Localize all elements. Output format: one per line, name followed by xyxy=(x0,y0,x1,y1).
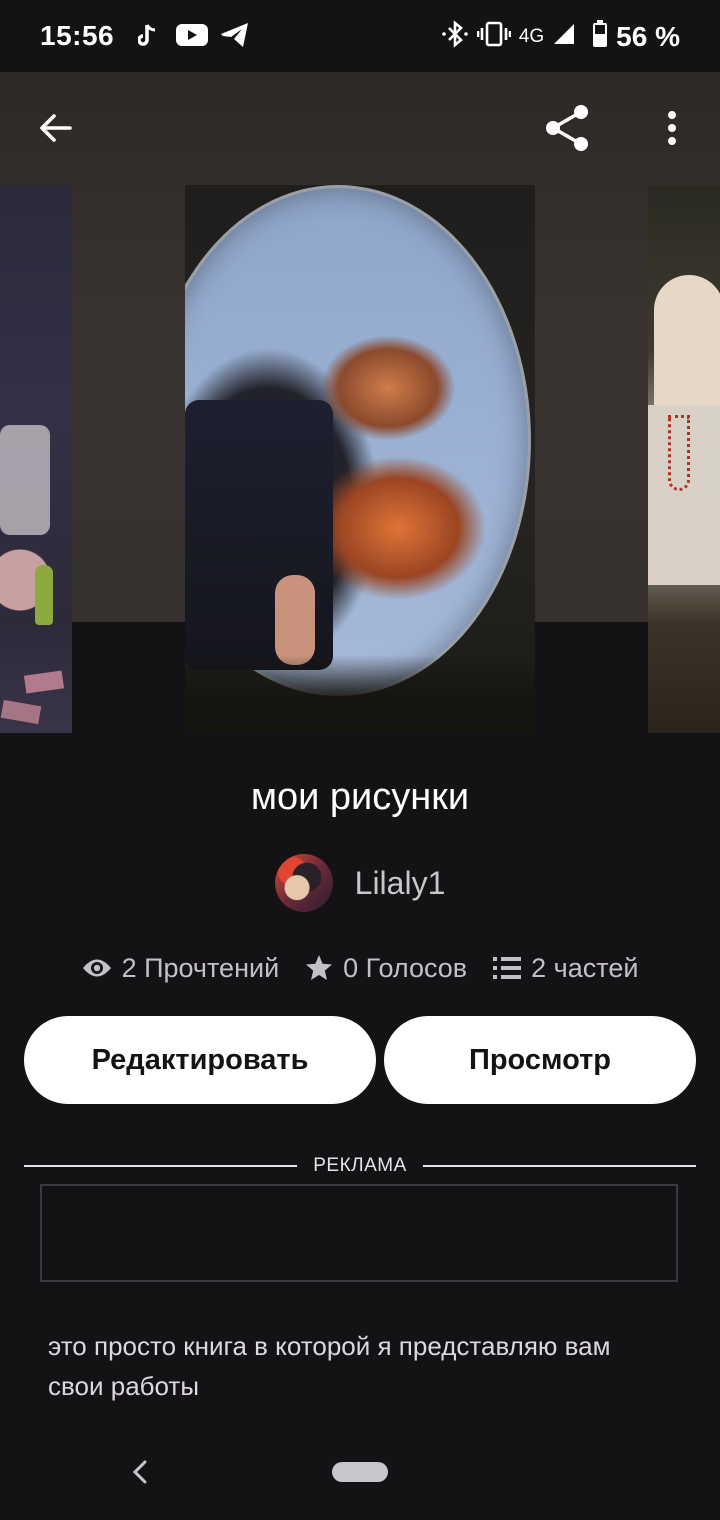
votes-stat: 0 Голосов xyxy=(305,953,467,984)
divider-line xyxy=(422,1165,696,1167)
tiktok-icon xyxy=(137,22,156,55)
eye-icon xyxy=(82,959,111,977)
home-gesture-pill[interactable] xyxy=(332,1462,388,1482)
more-options-button[interactable] xyxy=(648,100,696,156)
youtube-icon xyxy=(176,22,208,53)
ad-banner[interactable] xyxy=(40,1184,678,1282)
parts-stat: 2 частей xyxy=(493,953,638,984)
battery-icon xyxy=(592,19,608,55)
avatar[interactable] xyxy=(274,854,333,912)
back-arrow-icon xyxy=(40,114,72,142)
reads-stat: 2 Прочтений xyxy=(82,952,280,984)
network-type: 4G xyxy=(518,26,545,47)
next-book-cover[interactable] xyxy=(648,185,720,733)
vibrate-icon xyxy=(476,21,512,54)
app-bar xyxy=(0,72,720,184)
edit-button[interactable]: Редактировать xyxy=(24,1016,376,1104)
battery-percent: 56 % xyxy=(616,21,680,52)
status-bar: 15:56 4G 56 % xyxy=(0,0,720,72)
author-name[interactable]: Lilaly1 xyxy=(355,865,446,902)
parts-count: 2 частей xyxy=(531,952,639,983)
status-indicators: 4G 56 % xyxy=(441,19,680,55)
book-description: это просто книга в которой я представляю… xyxy=(48,1331,611,1401)
star-icon xyxy=(306,955,333,980)
share-icon xyxy=(546,105,588,151)
ad-label: РЕКЛАМА xyxy=(313,1155,407,1176)
book-title: мои рисунки xyxy=(250,776,470,818)
divider-line xyxy=(24,1165,298,1167)
telegram-icon xyxy=(220,22,250,53)
reads-count: 2 Прочтений xyxy=(121,952,280,983)
view-button[interactable]: Просмотр xyxy=(384,1016,696,1104)
chevron-left-icon xyxy=(132,1460,147,1484)
book-cover[interactable] xyxy=(185,185,535,733)
signal-icon xyxy=(552,22,576,53)
votes-count: 0 Голосов xyxy=(343,952,468,983)
bluetooth-icon xyxy=(441,19,469,55)
back-button[interactable] xyxy=(30,102,82,154)
author-row[interactable]: Lilaly1 xyxy=(0,852,720,914)
share-button[interactable] xyxy=(540,100,596,156)
ad-divider: РЕКЛАМА xyxy=(24,1152,696,1180)
more-vert-icon xyxy=(668,111,676,145)
list-icon xyxy=(493,957,522,979)
book-stats: 2 Прочтений 0 Голосов 2 частей xyxy=(0,946,720,990)
nav-back-button[interactable] xyxy=(126,1456,154,1488)
previous-book-cover[interactable] xyxy=(0,185,72,733)
status-time: 15:56 xyxy=(40,20,115,51)
